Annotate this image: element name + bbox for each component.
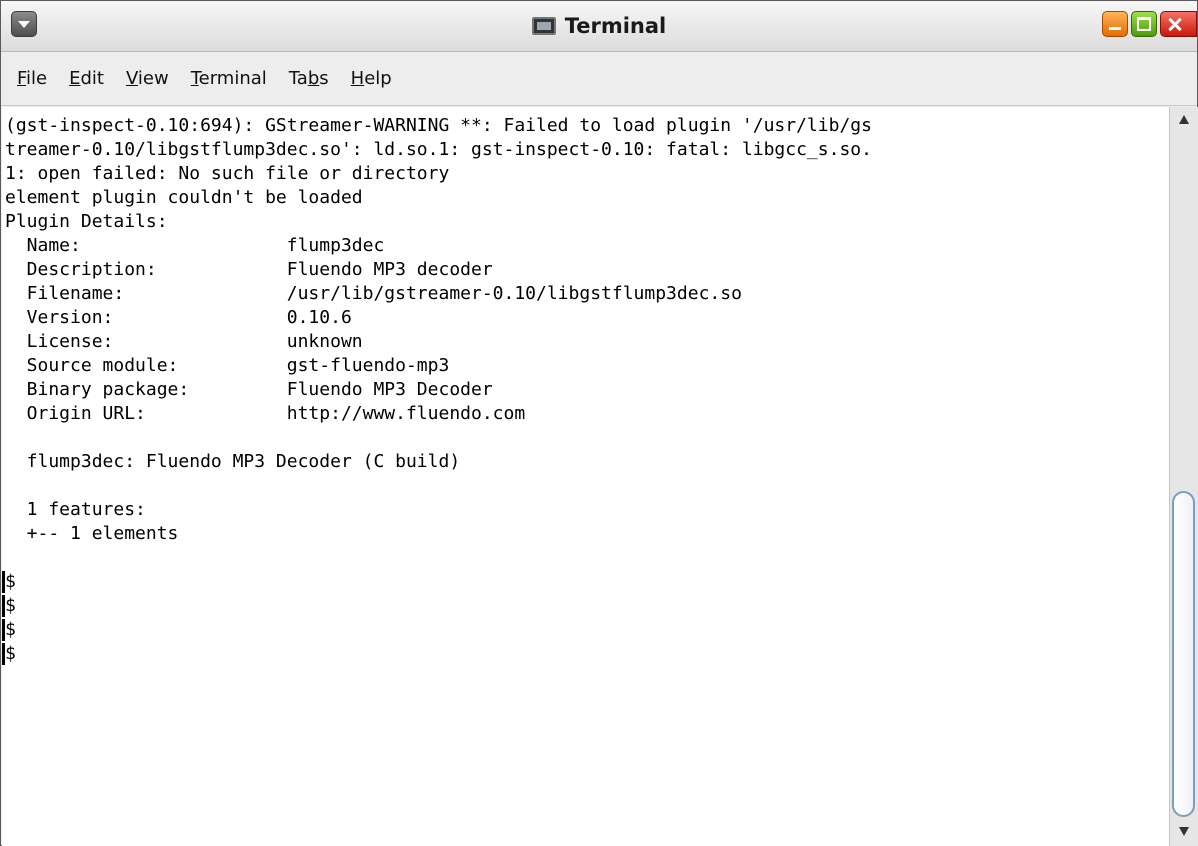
terminal-line: Description: Fluendo MP3 decoder [5, 259, 493, 280]
terminal-line: flump3dec: Fluendo MP3 Decoder (C build) [5, 451, 461, 472]
close-button[interactable] [1160, 11, 1197, 37]
menu-terminal[interactable]: Terminal [187, 63, 271, 94]
scrollbar-thumb[interactable] [1172, 491, 1195, 817]
terminal-line: +-- 1 elements [5, 523, 179, 544]
menu-tabs[interactable]: Tabs [285, 63, 333, 94]
vertical-scrollbar[interactable] [1169, 107, 1198, 846]
terminal-line: License: unknown [5, 331, 363, 352]
terminal-line: (gst-inspect-0.10:694): GStreamer-WARNIN… [5, 115, 872, 136]
terminal-line: treamer-0.10/libgstflump3dec.so': ld.so.… [5, 139, 872, 160]
scroll-down-icon[interactable] [1179, 827, 1189, 836]
menu-view[interactable]: View [122, 63, 173, 94]
terminal-window: Terminal File Edit View Terminal Tabs He… [0, 0, 1198, 846]
scroll-up-icon[interactable] [1179, 115, 1189, 124]
prompt-line: $ [5, 619, 16, 640]
window-title: Terminal [564, 14, 667, 38]
menu-file[interactable]: File [13, 63, 51, 94]
title-group: Terminal [1, 1, 1197, 51]
menu-edit[interactable]: Edit [65, 63, 108, 94]
maximize-button[interactable] [1131, 11, 1157, 37]
terminal-output[interactable]: (gst-inspect-0.10:694): GStreamer-WARNIN… [2, 107, 1169, 846]
title-bar[interactable]: Terminal [1, 1, 1197, 52]
prompt-line: $ [5, 643, 16, 664]
cursor-marker [2, 595, 5, 617]
cursor-marker [2, 643, 5, 665]
terminal-line: 1 features: [5, 499, 146, 520]
terminal-text: (gst-inspect-0.10:694): GStreamer-WARNIN… [5, 114, 872, 666]
terminal-line: Binary package: Fluendo MP3 Decoder [5, 379, 493, 400]
terminal-line: Plugin Details: [5, 211, 168, 232]
menu-bar: File Edit View Terminal Tabs Help [1, 52, 1197, 106]
cursor-marker [2, 571, 5, 593]
terminal-line: 1: open failed: No such file or director… [5, 163, 450, 184]
minimize-button[interactable] [1102, 11, 1128, 37]
terminal-line: Name: flump3dec [5, 235, 385, 256]
prompt-line: $ [5, 595, 16, 616]
terminal-line: Source module: gst-fluendo-mp3 [5, 355, 450, 376]
terminal-line: Origin URL: http://www.fluendo.com [5, 403, 526, 424]
terminal-icon [531, 17, 556, 35]
terminal-line: element plugin couldn't be loaded [5, 187, 363, 208]
terminal-line: Version: 0.10.6 [5, 307, 352, 328]
menu-help[interactable]: Help [347, 63, 396, 94]
terminal-line: Filename: /usr/lib/gstreamer-0.10/libgst… [5, 283, 742, 304]
cursor-marker [2, 619, 5, 641]
prompt-line: $ [5, 571, 16, 592]
